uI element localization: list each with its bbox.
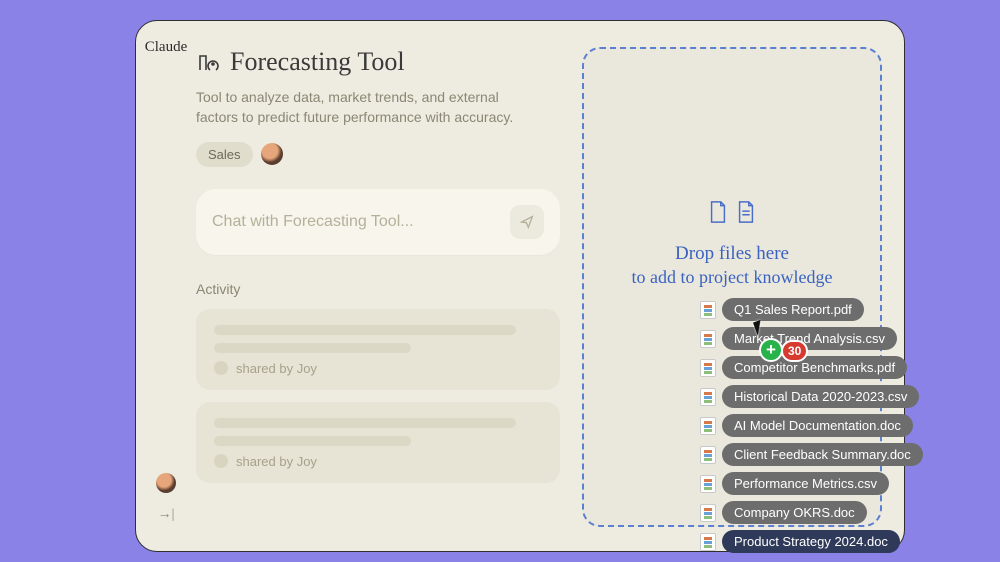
file-thumb-icon — [700, 533, 716, 551]
cursor-arrow-icon — [753, 318, 770, 336]
file-name-pill: Market Trend Analysis.csv — [722, 327, 897, 350]
file-name-pill: Company OKRS.doc — [722, 501, 867, 524]
dragged-file-row: Market Trend Analysis.csv — [700, 327, 923, 350]
dropzone-subtitle: to add to project knowledge — [632, 267, 833, 288]
rail-footer: →| — [156, 473, 176, 533]
content-column: Forecasting Tool Tool to analyze data, m… — [196, 47, 560, 551]
file-thumb-icon — [700, 388, 716, 406]
file-thumb-icon — [700, 504, 716, 522]
skeleton-line — [214, 343, 411, 353]
file-name-pill: Product Strategy 2024.doc — [722, 530, 900, 553]
chat-input-box[interactable]: Chat with Forecasting Tool... — [196, 189, 560, 255]
sharer-avatar-icon — [214, 361, 228, 375]
dragged-file-row: Historical Data 2020-2023.csv — [700, 385, 923, 408]
brand-logo[interactable]: Claude — [145, 39, 188, 56]
dragged-file-row: Company OKRS.doc — [700, 501, 923, 524]
skeleton-line — [214, 418, 516, 428]
file-thumb-icon — [700, 301, 716, 319]
file-name-pill: Q1 Sales Report.pdf — [722, 298, 864, 321]
file-thumb-icon — [700, 330, 716, 348]
file-thumb-icon — [700, 446, 716, 464]
activity-item[interactable]: shared by Joy — [196, 309, 560, 390]
activity-label: Activity — [196, 281, 560, 297]
tag-row: Sales — [196, 142, 560, 167]
sharer-avatar-icon — [214, 454, 228, 468]
forecasting-tool-icon — [196, 50, 220, 74]
dragged-file-list: Q1 Sales Report.pdf Market Trend Analysis… — [700, 298, 923, 553]
dragged-file-row: AI Model Documentation.doc — [700, 414, 923, 437]
skeleton-line — [214, 436, 411, 446]
file-name-pill: Historical Data 2020-2023.csv — [722, 385, 919, 408]
page-description: Tool to analyze data, market trends, and… — [196, 87, 536, 128]
file-thumb-icon — [700, 475, 716, 493]
file-thumb-icon — [700, 417, 716, 435]
file-name-pill: Performance Metrics.csv — [722, 472, 889, 495]
shared-by-text: shared by Joy — [236, 454, 317, 469]
file-name-pill: Competitor Benchmarks.pdf — [722, 356, 907, 379]
dropzone-files-icon — [707, 199, 757, 225]
file-thumb-icon — [700, 359, 716, 377]
drag-cursor: + 30 — [755, 320, 768, 334]
dragged-file-row: Q1 Sales Report.pdf — [700, 298, 923, 321]
dragged-file-row: Product Strategy 2024.doc — [700, 530, 923, 553]
dragged-file-row: Client Feedback Summary.doc — [700, 443, 923, 466]
file-name-pill: AI Model Documentation.doc — [722, 414, 913, 437]
chat-placeholder: Chat with Forecasting Tool... — [212, 213, 414, 231]
drag-count-badge: 30 — [781, 340, 808, 362]
user-avatar[interactable] — [156, 473, 176, 493]
shared-by-text: shared by Joy — [236, 361, 317, 376]
title-row: Forecasting Tool — [196, 47, 560, 77]
activity-item[interactable]: shared by Joy — [196, 402, 560, 483]
dragged-file-row: Competitor Benchmarks.pdf — [700, 356, 923, 379]
left-rail: Claude →| — [136, 21, 196, 551]
collapse-sidebar-icon[interactable]: →| — [158, 507, 175, 523]
send-button[interactable] — [510, 205, 544, 239]
dropzone-title: Drop files here — [675, 243, 789, 265]
tag-owner-avatar[interactable] — [261, 143, 283, 165]
tag-sales[interactable]: Sales — [196, 142, 253, 167]
dragged-file-row: Performance Metrics.csv — [700, 472, 923, 495]
file-name-pill: Client Feedback Summary.doc — [722, 443, 923, 466]
skeleton-line — [214, 325, 516, 335]
page-title: Forecasting Tool — [230, 47, 405, 77]
drag-plus-badge: + — [759, 338, 783, 362]
